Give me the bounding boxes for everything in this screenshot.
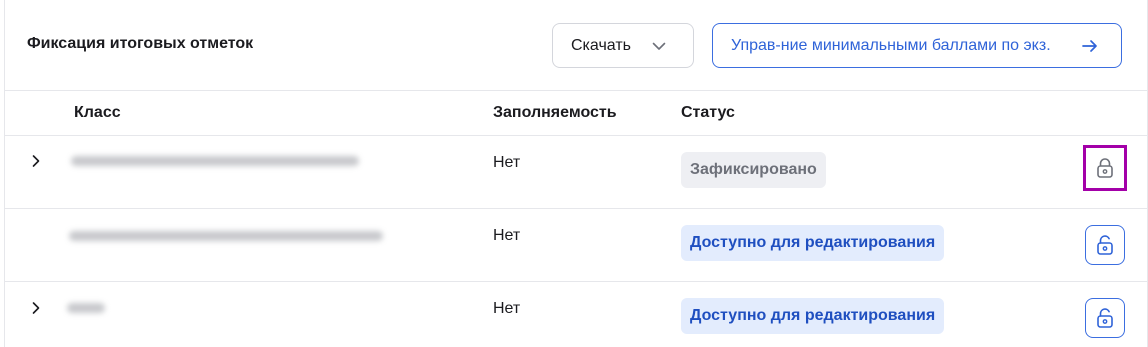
download-dropdown-button[interactable]: Скачать — [552, 23, 694, 68]
chevron-right-icon[interactable] — [29, 154, 43, 168]
final-grades-card: Фиксация итоговых отметок Скачать Управ-… — [4, 0, 1148, 347]
class-name-redacted — [71, 156, 359, 166]
chevron-down-icon — [652, 42, 666, 50]
table-header: Класс Заполняемость Статус — [5, 91, 1147, 136]
page-title: Фиксация итоговых отметок — [27, 35, 254, 52]
column-header-fill: Заполняемость — [493, 104, 617, 121]
fill-value: Нет — [493, 300, 521, 317]
lock-toggle-button[interactable] — [1085, 225, 1125, 265]
table-row[interactable]: Нет Зафиксировано — [5, 136, 1147, 209]
class-name-redacted — [69, 231, 383, 241]
table-row[interactable]: Нет Доступно для редактирования — [5, 282, 1147, 347]
fill-value: Нет — [493, 154, 521, 171]
fill-value: Нет — [493, 227, 521, 244]
status-badge: Доступно для редактирования — [681, 298, 945, 334]
download-button-label: Скачать — [571, 36, 631, 54]
lock-toggle-button[interactable] — [1085, 298, 1125, 338]
lock-toggle-button[interactable] — [1083, 145, 1127, 191]
card-header: Фиксация итоговых отметок Скачать Управ-… — [5, 0, 1147, 91]
unlock-icon — [1097, 308, 1113, 328]
column-header-status: Статус — [681, 104, 735, 121]
column-header-class: Класс — [74, 104, 121, 121]
status-badge: Зафиксировано — [681, 152, 826, 188]
lock-icon — [1097, 158, 1113, 178]
manage-min-scores-button[interactable]: Управ-ние минимальными баллами по экз. — [712, 23, 1122, 68]
unlock-icon — [1097, 235, 1113, 255]
class-name-redacted — [67, 303, 105, 313]
status-badge: Доступно для редактирования — [681, 225, 945, 261]
chevron-right-icon[interactable] — [29, 301, 43, 315]
arrow-right-icon — [1082, 40, 1097, 52]
manage-button-label: Управ-ние минимальными баллами по экз. — [731, 36, 1051, 54]
table-row[interactable]: Нет Доступно для редактирования — [5, 209, 1147, 282]
